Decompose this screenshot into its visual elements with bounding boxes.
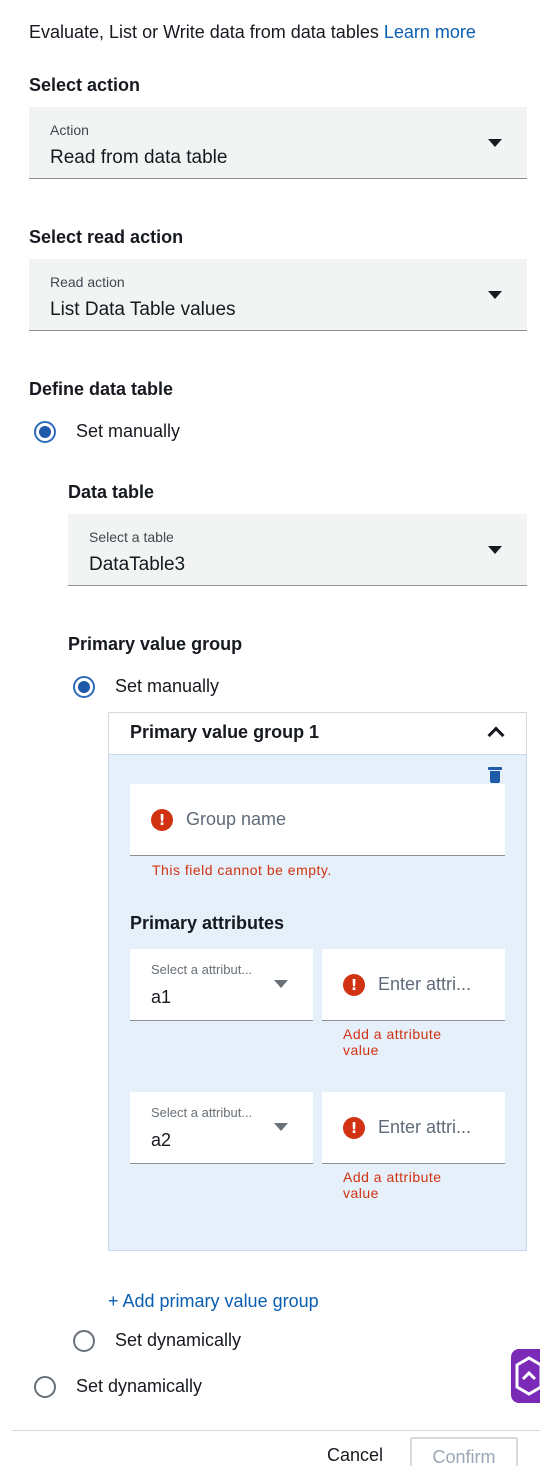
attribute-select-value: a2: [151, 1130, 172, 1150]
caret-down-icon: [274, 980, 288, 988]
attribute-value-error-line: Add a attribute: [343, 1169, 442, 1185]
data-table-select-value: DataTable3: [89, 554, 186, 575]
caret-down-icon: [488, 546, 502, 554]
primary-value-group-1-title: Primary value group 1: [130, 722, 320, 742]
primary-group-set-dynamically-label: Set dynamically: [115, 1330, 242, 1350]
group-name-placeholder: Group name: [186, 809, 287, 829]
learn-more-link[interactable]: Learn more: [384, 22, 476, 42]
attribute-value-placeholder: Enter attri...: [378, 1117, 472, 1137]
intro-text: Evaluate, List or Write data from data t…: [29, 22, 476, 43]
caret-down-icon: [488, 139, 502, 147]
action-select[interactable]: Action Read from data table: [29, 107, 527, 179]
cancel-button[interactable]: Cancel: [327, 1445, 383, 1466]
primary-value-group-title: Primary value group: [68, 634, 243, 654]
group-name-field[interactable]: ! Group name: [130, 784, 505, 856]
confirm-button[interactable]: Confirm: [410, 1437, 518, 1466]
primary-value-group-header[interactable]: Primary value group 1: [108, 712, 527, 754]
caret-down-icon: [488, 291, 502, 299]
trash-icon[interactable]: [488, 767, 502, 783]
add-primary-value-group-link[interactable]: + Add primary value group: [108, 1291, 319, 1312]
define-table-set-dynamically-radio[interactable]: [34, 1376, 56, 1398]
intro-description: Evaluate, List or Write data from data t…: [29, 22, 379, 42]
attribute-value-error-line: Add a attribute: [343, 1026, 442, 1042]
read-action-select[interactable]: Read action List Data Table values: [29, 259, 527, 331]
attribute-select-value: a1: [151, 987, 172, 1007]
footer-divider: [12, 1430, 540, 1431]
read-action-select-label: Read action: [50, 274, 125, 290]
attribute-select[interactable]: Select a attribut... a2: [130, 1092, 313, 1164]
primary-group-set-manually-label: Set manually: [115, 676, 220, 696]
attribute-value-error: Add a attribute value: [343, 1169, 442, 1201]
primary-attributes-title: Primary attributes: [130, 913, 285, 933]
assistant-logo-icon[interactable]: [511, 1349, 540, 1403]
attribute-value-field[interactable]: ! Enter attri...: [322, 949, 505, 1021]
primary-group-set-dynamically-radio[interactable]: [73, 1330, 95, 1352]
define-table-set-dynamically-label: Set dynamically: [76, 1376, 203, 1396]
attribute-value-error-line: value: [343, 1042, 379, 1058]
attribute-select[interactable]: Select a attribut... a1: [130, 949, 313, 1021]
data-table-title: Data table: [68, 482, 155, 502]
action-select-value: Read from data table: [50, 147, 228, 168]
data-table-select-label: Select a table: [89, 529, 174, 545]
define-table-set-manually-radio[interactable]: [34, 421, 56, 443]
attribute-select-label: Select a attribut...: [151, 1105, 253, 1120]
read-action-select-value: List Data Table values: [50, 299, 236, 320]
define-table-set-manually-label: Set manually: [76, 421, 181, 441]
chevron-up-icon[interactable]: [487, 726, 505, 744]
exclamation-circle-icon: !: [343, 1117, 365, 1139]
select-action-title: Select action: [29, 75, 141, 95]
group-name-error: This field cannot be empty.: [152, 862, 332, 878]
primary-group-set-manually-radio[interactable]: [73, 676, 95, 698]
caret-down-icon: [274, 1123, 288, 1131]
attribute-value-placeholder: Enter attri...: [378, 974, 472, 994]
exclamation-circle-icon: !: [151, 809, 173, 831]
action-select-label: Action: [50, 122, 89, 138]
attribute-select-label: Select a attribut...: [151, 962, 253, 977]
select-read-action-title: Select read action: [29, 227, 184, 247]
define-data-table-title: Define data table: [29, 379, 174, 399]
data-table-select[interactable]: Select a table DataTable3: [68, 514, 527, 586]
attribute-value-error: Add a attribute value: [343, 1026, 442, 1058]
attribute-value-error-line: value: [343, 1185, 379, 1201]
exclamation-circle-icon: !: [343, 974, 365, 996]
attribute-value-field[interactable]: ! Enter attri...: [322, 1092, 505, 1164]
